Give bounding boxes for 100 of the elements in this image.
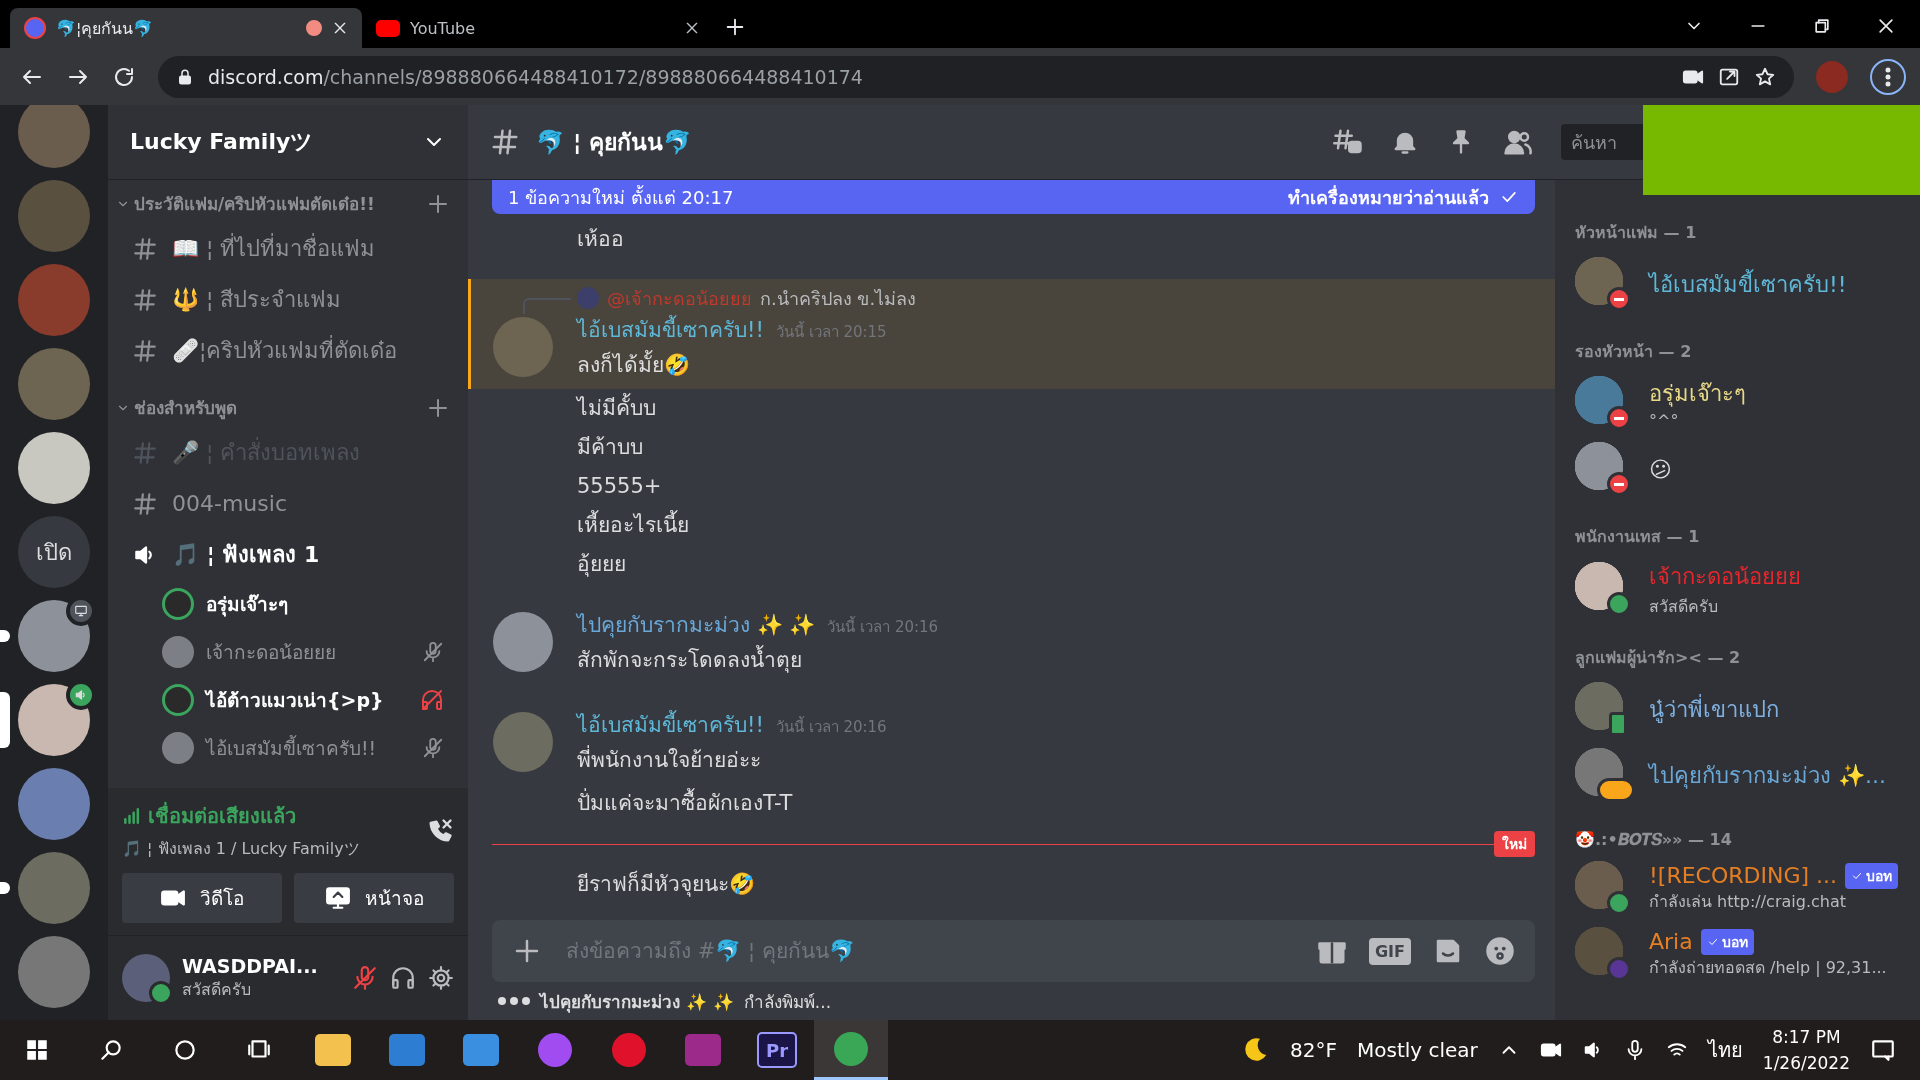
signal-bars-icon (122, 806, 142, 826)
hash-icon (132, 439, 158, 466)
screen-share-button[interactable]: หน้าจอ (294, 873, 454, 923)
member-name[interactable]: ไอ้เบสมัมขี้เซาครับ!! (1649, 266, 1847, 302)
channel-name[interactable]: 004-music (172, 491, 287, 516)
author-avatar[interactable] (493, 612, 553, 672)
member-activity: กำลังถ่ายทอดสด /help | 92,31... (1649, 956, 1887, 979)
settings-icon[interactable] (428, 965, 454, 991)
headphones-icon[interactable] (390, 965, 416, 991)
member-group-heading: 🤡.:•𝑩𝑶𝑻𝑺»» — 14 (1575, 830, 1733, 849)
message-text: 55555+ (576, 473, 663, 500)
opera-app-icon[interactable] (612, 1033, 646, 1067)
message-text: อุ้ยยย (576, 551, 627, 579)
deafened-icon (420, 688, 444, 712)
hash-icon (132, 490, 158, 517)
channel-name[interactable]: 📖 ¦ ที่ไปที่มาชื่อแฟม (172, 231, 376, 266)
voice-user-name[interactable]: อรุ่มเจ๊าะๆ (206, 589, 444, 619)
search-field[interactable]: ค้นหา (1561, 124, 1643, 160)
member-name[interactable]: ![RECORDING] ... (1649, 863, 1838, 888)
server-icon[interactable]: เปิด (18, 516, 90, 588)
circle-icon[interactable] (172, 1037, 198, 1063)
author-name[interactable]: ไปคุยกับรากมะม่วง ✨ ✨ (577, 608, 816, 641)
member-activity: กำลังเล่น http://craig.chat (1649, 890, 1847, 913)
hash-icon (132, 337, 158, 364)
chrome-app-icon[interactable] (834, 1031, 868, 1066)
message-text: ยีราฟก็มีหัวจุยนะ🤣 (576, 869, 756, 899)
youtube-favicon-icon (376, 19, 400, 37)
message-text: เห้ออ (576, 226, 625, 253)
author-name[interactable]: ไอ้เบสมัมขี้เซาครับ!! (577, 708, 764, 741)
member-name[interactable]: 😕 (1649, 456, 1672, 482)
bot-tag: บอท (1845, 862, 1899, 889)
gif-button[interactable]: GIF (1369, 937, 1411, 965)
muted-mic-icon (422, 641, 444, 663)
clock-time[interactable]: 8:17 PM (1762, 1024, 1850, 1050)
close-icon[interactable] (1876, 16, 1896, 36)
hash-icon (132, 235, 158, 262)
typing-user: ไปคุยกับรากมะม่วง ✨ ✨ (540, 990, 734, 1015)
voice-channel-link[interactable]: 🎵 ¦ ฟังเพลง 1 / Lucky Familyツ (122, 836, 426, 861)
notification-icon[interactable] (1870, 1037, 1896, 1063)
channel-name[interactable]: 🔱 ¦ สีประจำแฟม (172, 282, 342, 317)
channel-name[interactable]: 🩹¦คริปหัวแฟมที่ตัดเด๋อ (172, 333, 398, 368)
member-name[interactable]: นู๋ว่าพี่เขาแปก (1649, 691, 1779, 727)
browser-tab[interactable]: 🐬¦คุยกันน🐬 (10, 8, 362, 48)
member-group-heading: หัวหน้าแฟม — 1 (1575, 222, 1698, 244)
category-heading[interactable]: ช่องสำหรับพูด (134, 394, 422, 421)
user-avatar[interactable] (122, 954, 170, 1002)
reply-connector (523, 298, 571, 314)
message-time: วันนี้ เวลา 20:16 (775, 715, 887, 738)
member-name[interactable]: ไปคุยกับรากมะม่วง ✨... (1649, 757, 1886, 793)
user-status: สวัสดีครับ (182, 978, 252, 1001)
restore-icon[interactable] (1812, 16, 1832, 36)
close-icon[interactable] (684, 20, 700, 36)
lock-icon (176, 67, 194, 86)
emoji-icon[interactable] (1485, 936, 1515, 966)
clock-date[interactable]: 1/26/2022 (1762, 1050, 1850, 1076)
member-name[interactable]: Aria (1649, 929, 1693, 954)
muted-mic-icon (422, 737, 444, 759)
message-time: วันนี้ เวลา 20:15 (775, 320, 887, 343)
reply-text[interactable]: ก.นำคริปลง ข.ไม่ลง (760, 283, 917, 313)
member-activity: สวัสดีครับ (1649, 596, 1719, 618)
message-text: เหี้ยอะไรเนี้ย (468, 506, 1555, 545)
monitor-icon (74, 604, 88, 618)
address-bar[interactable]: discord.com/channels/898880664488410172/898880664488410174 (158, 55, 1794, 98)
premiere-app-button[interactable]: Pr (757, 1032, 797, 1068)
voice-user-name[interactable]: เจ้ากะดอน้อยยย (206, 637, 410, 667)
mark-as-read-button[interactable]: ทำเครื่องหมายว่าอ่านแล้ว (1288, 182, 1489, 212)
new-messages-text: 1 ข้อความใหม่ ตั้งแต่ 20:17 (508, 184, 734, 210)
video-button[interactable]: วิดีโอ (122, 873, 282, 923)
channel-name[interactable]: 🎵 ¦ ฟังเพลง 1 (172, 537, 320, 572)
new-tab-icon[interactable] (724, 16, 746, 38)
member-group-heading: รองหัวหน้า — 2 (1575, 341, 1693, 363)
message-text: ไม่มีคั้บบ (468, 389, 1555, 428)
voice-status: เชื่อมต่อเสียงแล้ว (148, 801, 296, 830)
member-name[interactable]: อรุ่มเจ๊าะๆ (1649, 376, 1746, 411)
author-name[interactable]: ไอ้เบสมัมขี้เซาครับ!! (577, 313, 764, 346)
close-icon[interactable] (332, 20, 348, 36)
message-text: ปั่มแค่จะมาซื้อผักเองT-T (468, 784, 1555, 823)
voice-user-name[interactable]: ไอ้เบสมัมขี้เซาครับ!! (206, 733, 410, 763)
menu-icon (1885, 66, 1891, 87)
temperature[interactable]: 82°F (1290, 1038, 1337, 1062)
member-group-heading: ลูกแฟมผู้น่ารัก>< — 2 (1575, 647, 1742, 670)
message-text: พี่พนักงานใจย้ายอ่ะะ (577, 741, 887, 780)
voice-user-name[interactable]: ไอ้ต้าวแมวเน่า{>p} (206, 685, 408, 715)
new-messages-banner[interactable]: 1 ข้อความใหม่ ตั้งแต่ 20:17 ทำเครื่องหมายว่าอ่านแล้ว (492, 180, 1535, 214)
category-heading[interactable]: ประวัติแฟม/คริปหัวแฟมตัดเด๋อ!! (134, 190, 422, 217)
speaker-icon (74, 688, 88, 702)
weather-text[interactable]: Mostly clear (1357, 1038, 1478, 1062)
language-indicator[interactable]: ไทย (1707, 1034, 1743, 1066)
muted-mic-icon[interactable] (352, 965, 378, 991)
menu-button[interactable] (1870, 58, 1906, 95)
star-icon[interactable] (1754, 65, 1776, 88)
server-name[interactable]: Lucky Familyツ (130, 127, 422, 157)
member-name[interactable]: เจ้ากะดอน้อยยย (1649, 559, 1801, 594)
channel-title: 🐬 ¦ คุยกันน🐬 (536, 128, 694, 159)
reply-avatar (577, 287, 599, 309)
search-icon[interactable] (98, 1037, 124, 1063)
browser-tab[interactable]: YouTube (362, 8, 714, 48)
typing-text: กำลังพิมพ์... (743, 990, 832, 1014)
messenger-app-icon[interactable] (538, 1033, 572, 1067)
windows-icon[interactable] (24, 1037, 50, 1063)
